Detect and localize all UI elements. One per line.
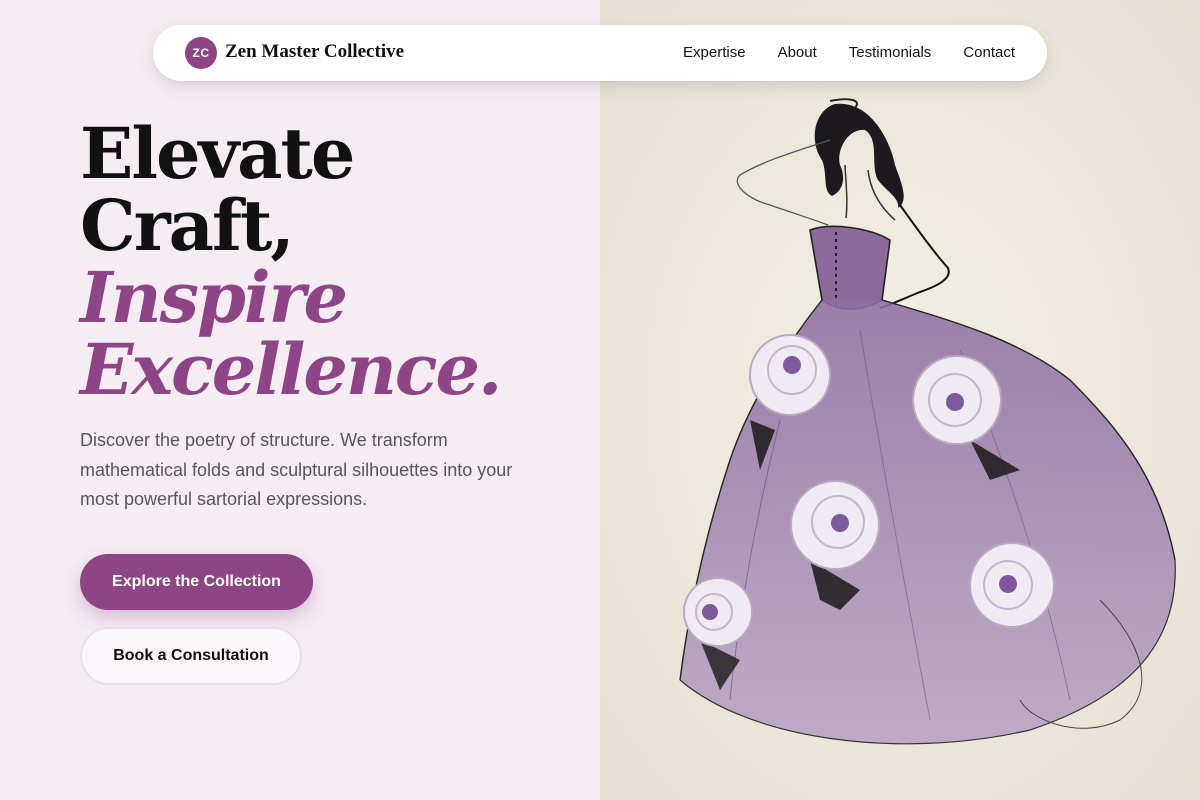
brand-logo-badge[interactable]: ZC: [185, 37, 217, 69]
hero-accent-line-1: Inspire: [80, 256, 348, 339]
rose-1: [749, 334, 831, 416]
book-consultation-button[interactable]: Book a Consultation: [80, 627, 302, 685]
rose-3: [790, 480, 880, 570]
hero-illustration-panel: [600, 0, 1200, 800]
rose-4: [969, 542, 1055, 628]
nav-links: Expertise About Testimonials Contact: [683, 44, 1015, 61]
nav-link-about[interactable]: About: [778, 44, 817, 61]
top-navbar: ZC Zen Master Collective Expertise About…: [153, 25, 1047, 81]
fashion-sketch-illustration: [600, 0, 1200, 800]
explore-collection-button[interactable]: Explore the Collection: [80, 554, 313, 610]
rose-2: [912, 355, 1002, 445]
hero-description: Discover the poetry of structure. We tra…: [80, 430, 513, 509]
nav-link-expertise[interactable]: Expertise: [683, 44, 746, 61]
hero-title-line-2: Craft,: [80, 184, 295, 267]
rose-5: [683, 577, 753, 647]
hero-title: Elevate Craft, Inspire Excellence.: [80, 112, 502, 411]
brand-name[interactable]: Zen Master Collective: [225, 41, 404, 63]
hero-accent-line-2: Excellence.: [80, 328, 502, 411]
nav-link-contact[interactable]: Contact: [963, 44, 1015, 61]
nav-link-testimonials[interactable]: Testimonials: [849, 44, 932, 61]
hero-title-line-1: Elevate: [80, 112, 355, 195]
